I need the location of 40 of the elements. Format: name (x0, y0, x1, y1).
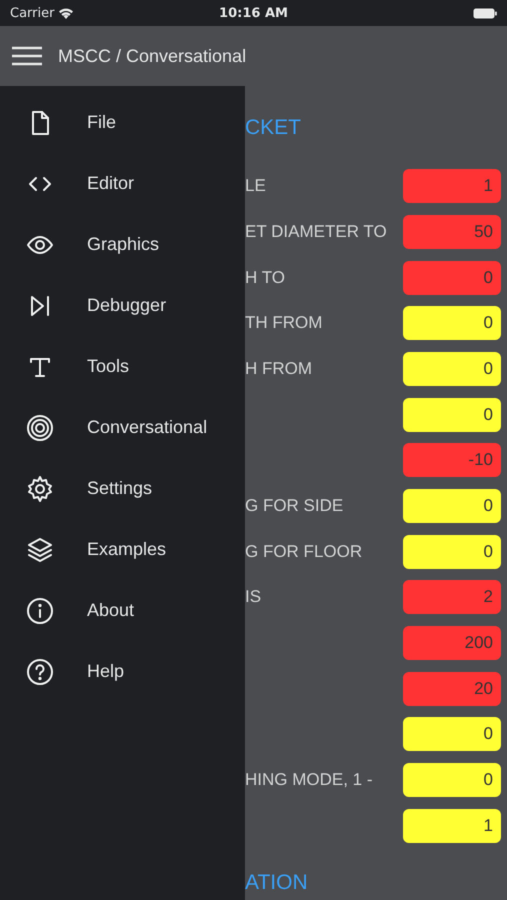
field-label: G FOR SIDE (245, 496, 344, 515)
status-time: 10:16 AM (219, 6, 288, 20)
wifi-icon (58, 7, 74, 19)
drawer-item[interactable]: Help (0, 641, 245, 702)
drawer-item[interactable]: Examples (0, 519, 245, 580)
input-field[interactable]: 0 (403, 352, 501, 386)
menu-icon[interactable] (12, 46, 42, 66)
gear-icon (26, 474, 54, 502)
layers-icon (26, 536, 54, 564)
drawer-item[interactable]: Debugger (0, 275, 245, 336)
input-field[interactable]: 1 (403, 808, 501, 843)
field-label: IS (245, 587, 262, 606)
drawer-item[interactable]: Editor (0, 153, 245, 214)
drawer-item[interactable]: Tools (0, 336, 245, 397)
drawer-item[interactable]: About (0, 580, 245, 641)
field-label: LE (245, 176, 266, 196)
drawer-item[interactable]: Graphics (0, 214, 245, 275)
drawer-item[interactable]: File (0, 92, 245, 153)
field-label: ET DIAMETER TO (245, 222, 387, 241)
field-label: H FROM (245, 358, 312, 378)
help-icon (26, 658, 54, 686)
field-label: TH FROM (245, 313, 322, 332)
target-icon (26, 414, 54, 442)
input-field[interactable]: 0 (403, 717, 501, 752)
drawer-item[interactable]: Settings (0, 458, 245, 519)
carrier-label: Carrier (10, 6, 54, 20)
input-field[interactable]: 0 (403, 306, 501, 340)
input-field[interactable]: 0 (403, 534, 501, 569)
input-field[interactable]: 0 (403, 763, 501, 798)
field-label: HING MODE, 1 - (245, 770, 373, 790)
info-icon (26, 596, 54, 624)
battery-icon (473, 8, 497, 18)
field-label: H TO (245, 268, 285, 287)
section-title: ATION (245, 870, 309, 896)
input-field[interactable]: 0 (403, 489, 501, 523)
section-title: CKET (245, 116, 302, 141)
input-field[interactable]: 0 (403, 398, 501, 432)
field-label: G FOR FLOOR (245, 542, 362, 561)
drawer-item[interactable]: Conversational (0, 397, 245, 458)
screen-title: MSCC / Conversational (58, 46, 246, 66)
